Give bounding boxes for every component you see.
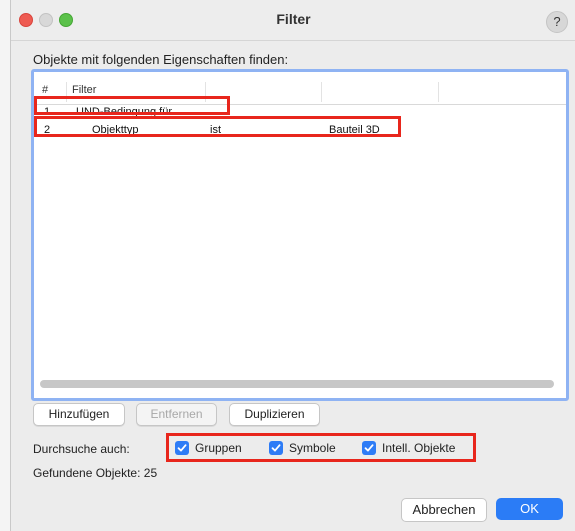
highlight-row-2: [34, 116, 401, 137]
column-header-number[interactable]: #: [42, 84, 48, 96]
search-also-label: Durchsuche auch:: [33, 442, 130, 456]
groups-checkbox[interactable]: Gruppen: [175, 441, 255, 457]
filter-dialog: Filter ? Objekte mit folgenden Eigenscha…: [10, 0, 575, 531]
intelligent-objects-checkbox[interactable]: Intell. Objekte: [362, 441, 472, 457]
window-title: Filter: [276, 11, 311, 27]
ok-button[interactable]: OK: [496, 498, 563, 520]
duplicate-button[interactable]: Duplizieren: [229, 403, 320, 426]
symbols-label: Symbole: [289, 441, 336, 455]
highlight-row-1: [34, 96, 230, 115]
cancel-button[interactable]: Abbrechen: [401, 498, 487, 522]
title-bar: Filter ?: [11, 0, 575, 41]
column-divider: [438, 82, 439, 102]
add-button[interactable]: Hinzufügen: [33, 403, 125, 426]
horizontal-scrollbar[interactable]: [40, 380, 554, 388]
found-objects-count: 25: [143, 466, 158, 480]
column-divider: [321, 82, 322, 102]
groups-label: Gruppen: [195, 441, 242, 455]
filter-heading: Objekte mit folgenden Eigenschaften find…: [33, 52, 289, 67]
remove-button[interactable]: Entfernen: [136, 403, 217, 426]
help-button[interactable]: ?: [546, 11, 568, 33]
symbols-checkbox[interactable]: Symbole: [269, 441, 349, 457]
checkbox-checked-icon: [362, 441, 376, 455]
found-objects-label: Gefundene Objekte:: [33, 466, 141, 480]
column-header-filter[interactable]: Filter: [72, 84, 96, 96]
checkbox-checked-icon: [175, 441, 189, 455]
intelligent-objects-label: Intell. Objekte: [382, 441, 456, 455]
found-objects: Gefundene Objekte: 25: [33, 466, 157, 480]
checkbox-checked-icon: [269, 441, 283, 455]
